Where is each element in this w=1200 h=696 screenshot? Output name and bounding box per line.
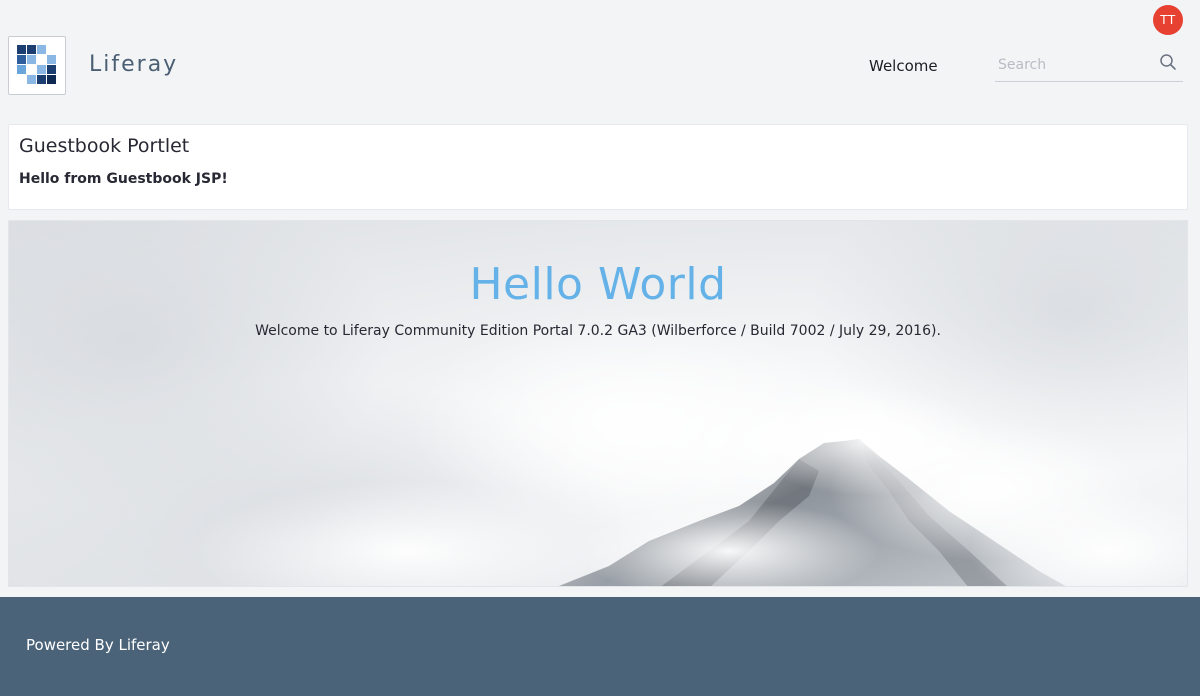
page-footer: Powered By Liferay: [0, 597, 1200, 696]
nav-item-welcome[interactable]: Welcome: [869, 57, 938, 75]
hero-banner: Hello World Welcome to Liferay Community…: [8, 220, 1188, 587]
hero-title: Hello World: [469, 259, 727, 310]
footer-powered-by: Powered By Liferay: [26, 636, 170, 654]
site-logo[interactable]: [8, 36, 66, 95]
liferay-logo-icon: [17, 45, 56, 84]
search-icon[interactable]: [1159, 53, 1177, 71]
portlet-title: Guestbook Portlet: [19, 135, 190, 157]
search-input[interactable]: [995, 50, 1155, 80]
search-bar: [995, 50, 1183, 82]
avatar-initials: TT: [1160, 13, 1176, 27]
hero-subtitle: Welcome to Liferay Community Edition Por…: [255, 323, 941, 339]
user-avatar[interactable]: TT: [1153, 5, 1183, 35]
portlet-body-text: Hello from Guestbook JSP!: [19, 171, 228, 187]
guestbook-portlet: Guestbook Portlet Hello from Guestbook J…: [8, 124, 1188, 210]
site-name[interactable]: Liferay: [89, 52, 178, 77]
